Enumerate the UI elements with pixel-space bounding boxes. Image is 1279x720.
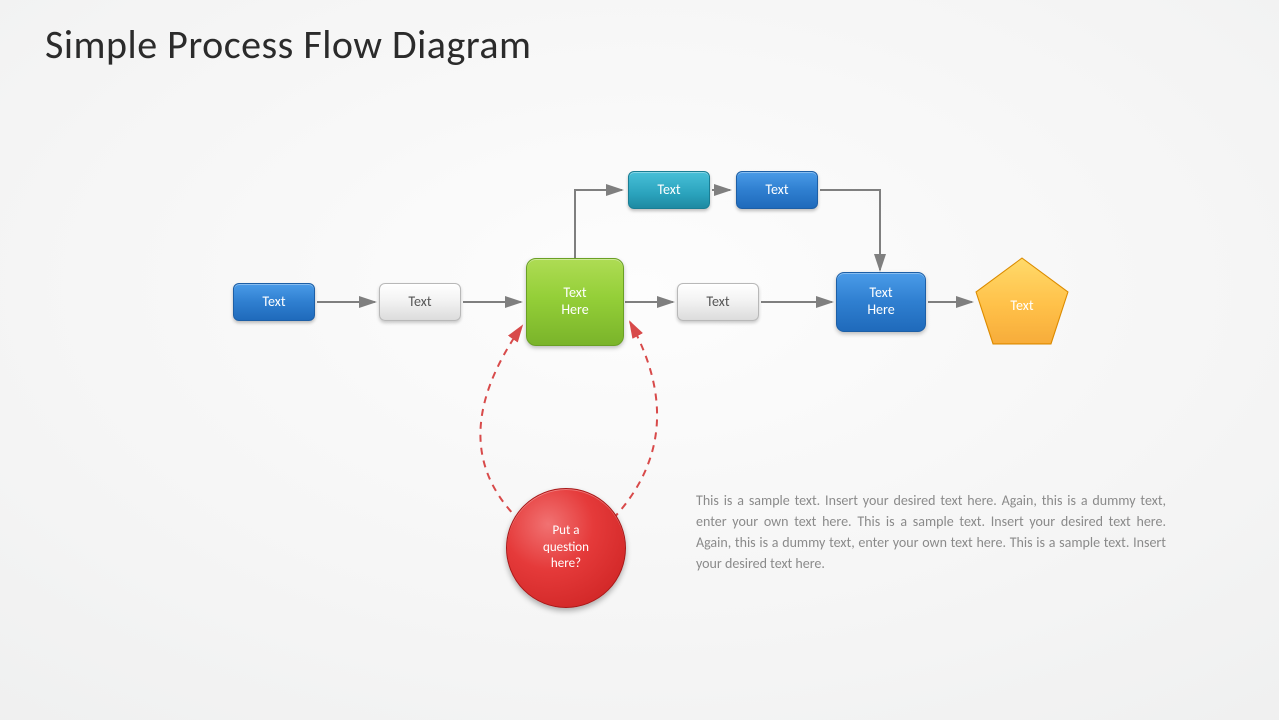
node-question-circle[interactable]: Put a question here? <box>506 488 626 608</box>
connectors-layer <box>0 0 1279 720</box>
node-pentagon[interactable]: Text <box>974 256 1070 346</box>
node-start-blue[interactable]: Text <box>233 283 315 321</box>
description-text: This is a sample text. Insert your desir… <box>696 490 1166 574</box>
diagram-stage: Text Text Text Text Text Here Text Text … <box>0 0 1279 720</box>
pentagon-label: Text <box>974 256 1070 346</box>
node-green-center[interactable]: Text Here <box>526 258 624 346</box>
node-blue-tall[interactable]: Text Here <box>836 272 926 332</box>
node-grey-2[interactable]: Text <box>677 283 759 321</box>
node-teal-top[interactable]: Text <box>628 171 710 209</box>
node-blue-top[interactable]: Text <box>736 171 818 209</box>
node-grey-1[interactable]: Text <box>379 283 461 321</box>
